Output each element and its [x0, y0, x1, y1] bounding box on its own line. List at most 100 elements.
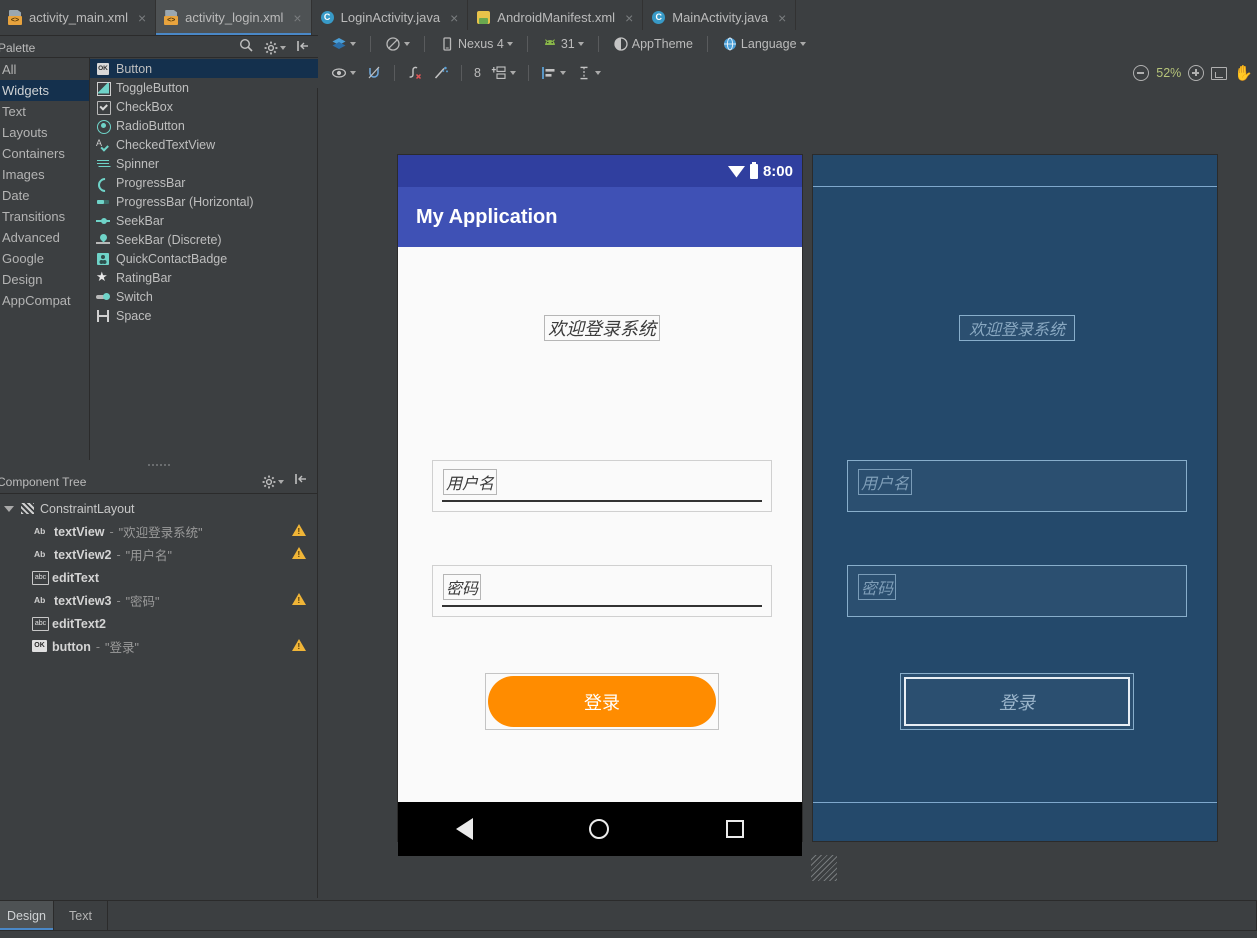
- palette-item-checkedtextview[interactable]: CheckedTextView: [90, 135, 318, 154]
- zoom-out-icon[interactable]: [1133, 65, 1150, 81]
- default-margin-value[interactable]: 8: [469, 64, 486, 82]
- warning-icon[interactable]: [292, 593, 306, 605]
- toolbar-separator: [424, 36, 425, 52]
- palette-item-space[interactable]: Space: [90, 306, 318, 325]
- clear-constraints-button[interactable]: [402, 63, 428, 83]
- palette-item-ratingbar[interactable]: RatingBar: [90, 268, 318, 287]
- infer-constraints-button[interactable]: [428, 63, 454, 83]
- tree-row-constraintlayout[interactable]: ConstraintLayout: [0, 497, 318, 520]
- tree-row-textview3[interactable]: textView3 - "密码": [0, 589, 318, 612]
- close-icon[interactable]: ×: [778, 11, 786, 25]
- preview-login-button[interactable]: 登录: [485, 673, 719, 730]
- panel-splitter[interactable]: [0, 460, 318, 470]
- palette-item-label: ToggleButton: [116, 80, 189, 95]
- collapse-all-icon[interactable]: [296, 39, 310, 58]
- language-dropdown[interactable]: Language: [717, 34, 811, 54]
- palette-category-widgets[interactable]: Widgets: [0, 80, 89, 101]
- palette-category-transitions[interactable]: Transitions: [0, 206, 89, 227]
- tab-design[interactable]: Design: [0, 901, 54, 930]
- palette-item-quickcontactbadge[interactable]: QuickContactBadge: [90, 249, 318, 268]
- tree-row-button[interactable]: button - "登录": [0, 635, 318, 658]
- preview-username-edittext[interactable]: 用户名: [432, 460, 772, 512]
- device-preview-render[interactable]: 8:00 My Application 欢迎登录系统 用户名 密码 登录: [397, 154, 803, 856]
- visibility-dropdown[interactable]: [326, 63, 361, 83]
- preview-heading-textview[interactable]: 欢迎登录系统: [544, 315, 660, 341]
- zoom-in-icon[interactable]: [1188, 65, 1205, 81]
- xml-file-icon: [8, 10, 23, 25]
- edit-text-underline: [442, 605, 762, 607]
- warning-icon[interactable]: [292, 524, 306, 536]
- palette-category-containers[interactable]: Containers: [0, 143, 89, 164]
- nav-back-icon[interactable]: [456, 818, 474, 840]
- theme-dropdown[interactable]: AppTheme: [608, 34, 698, 54]
- palette-category-layouts[interactable]: Layouts: [0, 122, 89, 143]
- warning-icon[interactable]: [292, 547, 306, 559]
- preview-password-edittext[interactable]: 密码: [432, 565, 772, 617]
- blueprint-password-label: 密码: [858, 574, 897, 600]
- tree-row-textview2[interactable]: textView2 - "用户名": [0, 543, 318, 566]
- palette-item-seekbar-discrete[interactable]: SeekBar (Discrete): [90, 230, 318, 249]
- tree-row-edittext[interactable]: editText: [0, 566, 318, 589]
- pack-dropdown[interactable]: [486, 63, 521, 83]
- palette-item-radiobutton[interactable]: RadioButton: [90, 116, 318, 135]
- tab-text[interactable]: Text: [54, 901, 108, 930]
- palette-category-design[interactable]: Design: [0, 269, 89, 290]
- palette-category-text[interactable]: Text: [0, 101, 89, 122]
- close-icon[interactable]: ×: [450, 11, 458, 25]
- collapse-all-icon[interactable]: [294, 472, 308, 491]
- preview-username-label: 用户名: [443, 469, 498, 495]
- palette-item-progressbar-horizontal[interactable]: ProgressBar (Horizontal): [90, 192, 318, 211]
- editor-tab-activity-main-xml[interactable]: activity_main.xml ×: [0, 0, 157, 35]
- text-view-icon: [34, 524, 49, 539]
- login-button-label: 登录: [488, 676, 716, 727]
- autoconnect-toggle-button[interactable]: [361, 63, 387, 83]
- palette-category-google[interactable]: Google: [0, 248, 89, 269]
- close-icon[interactable]: ×: [293, 11, 301, 25]
- api-level-dropdown[interactable]: 31: [537, 34, 589, 54]
- blueprint-login-button[interactable]: 登录: [900, 673, 1134, 730]
- device-dropdown[interactable]: Nexus 4: [434, 34, 518, 54]
- close-icon[interactable]: ×: [138, 11, 146, 25]
- blueprint-username-label: 用户名: [858, 469, 913, 495]
- preview-resize-handle[interactable]: [811, 855, 837, 881]
- search-icon[interactable]: [239, 38, 254, 58]
- design-canvas[interactable]: 8:00 My Application 欢迎登录系统 用户名 密码 登录 欢迎登…: [318, 88, 1257, 898]
- pan-hand-icon[interactable]: ✋: [1234, 64, 1253, 82]
- palette-category-images[interactable]: Images: [0, 164, 89, 185]
- palette-category-date[interactable]: Date: [0, 185, 89, 206]
- blueprint-heading-textview[interactable]: 欢迎登录系统: [959, 315, 1075, 341]
- warning-icon[interactable]: [292, 639, 306, 651]
- nav-home-icon[interactable]: [589, 819, 610, 839]
- tree-row-textview[interactable]: textView - "欢迎登录系统": [0, 520, 318, 543]
- blueprint-password-edittext[interactable]: 密码: [847, 565, 1187, 617]
- gear-icon[interactable]: [262, 475, 284, 489]
- blueprint-username-edittext[interactable]: 用户名: [847, 460, 1187, 512]
- close-icon[interactable]: ×: [625, 11, 633, 25]
- editor-tab-activity-login-xml[interactable]: activity_login.xml ×: [156, 0, 312, 35]
- tree-row-edittext2[interactable]: editText2: [0, 612, 318, 635]
- palette-category-all[interactable]: All: [0, 59, 89, 80]
- tree-node-dash: -: [116, 547, 121, 562]
- gear-icon[interactable]: [264, 41, 286, 55]
- align-dropdown[interactable]: [536, 63, 571, 83]
- palette-item-spinner[interactable]: Spinner: [90, 154, 318, 173]
- palette-item-button[interactable]: Button: [90, 59, 318, 78]
- guidelines-dropdown[interactable]: [571, 63, 606, 83]
- chevron-down-icon[interactable]: [3, 503, 15, 515]
- guidelines-icon: [576, 65, 592, 81]
- palette-item-seekbar[interactable]: SeekBar: [90, 211, 318, 230]
- palette-item-checkbox[interactable]: CheckBox: [90, 97, 318, 116]
- palette-category-advanced[interactable]: Advanced: [0, 227, 89, 248]
- palette-item-switch[interactable]: Switch: [90, 287, 318, 306]
- palette-item-progressbar[interactable]: ProgressBar: [90, 173, 318, 192]
- palette-category-appcompat[interactable]: AppCompat: [0, 290, 89, 311]
- orientation-dropdown[interactable]: [380, 34, 415, 54]
- align-icon: [541, 65, 557, 81]
- layout-mode-dropdown[interactable]: [326, 34, 361, 54]
- design-toolbar-row-1: Nexus 4 31 AppTheme Language: [318, 30, 1257, 58]
- nav-recents-icon[interactable]: [725, 820, 744, 838]
- clear-constraints-icon: [407, 65, 423, 81]
- zoom-to-fit-icon[interactable]: [1211, 66, 1228, 80]
- blueprint-preview[interactable]: 欢迎登录系统 用户名 密码 登录: [812, 154, 1218, 842]
- palette-item-togglebutton[interactable]: ToggleButton: [90, 78, 318, 97]
